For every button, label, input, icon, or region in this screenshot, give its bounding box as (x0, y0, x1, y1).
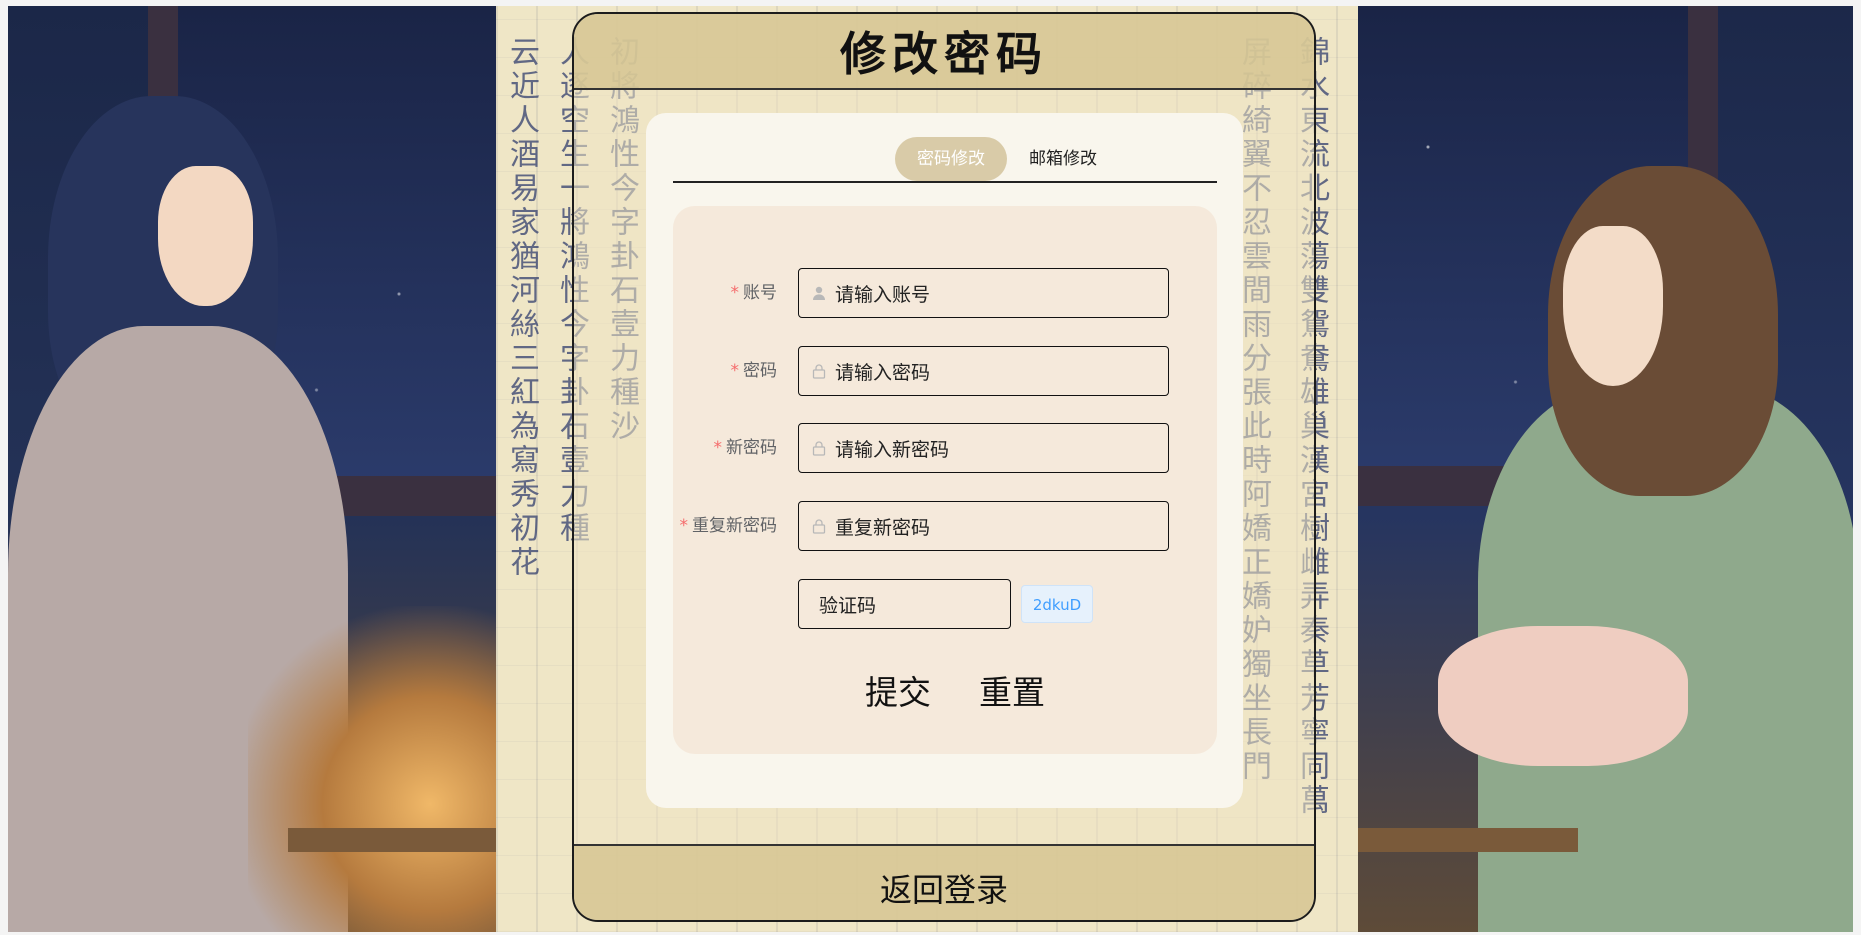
form-row-new-password: * 新密码 请输入新密码 (673, 423, 1217, 473)
card-header: 修改密码 (574, 14, 1314, 90)
password-placeholder: 请输入密码 (835, 361, 931, 384)
reset-button[interactable]: 重置 (973, 665, 1051, 715)
form-actions: 提交 重置 (673, 665, 1217, 715)
tab-password-change[interactable]: 密码修改 (895, 137, 1007, 181)
desk (1358, 828, 1578, 852)
page-title: 修改密码 (840, 27, 1048, 81)
new-password-label: * 新密码 (713, 438, 778, 458)
password-label: * 密码 (730, 361, 778, 381)
tab-email-change[interactable]: 邮箱修改 (1007, 137, 1119, 181)
required-mark: * (713, 438, 723, 458)
captcha-placeholder: 验证码 (819, 594, 877, 617)
figure-face (158, 166, 253, 306)
figure-sleeve (1438, 626, 1688, 766)
form-area: * 账号 请输入账号 * 密码 请输入密码 * 新密码 请输入新密码 * 重复新… (673, 206, 1217, 754)
new-password-input[interactable]: 请输入新密码 (798, 423, 1169, 473)
repeat-password-label: * 重复新密码 (679, 516, 778, 536)
repeat-password-input[interactable]: 重复新密码 (798, 501, 1169, 551)
required-mark: * (730, 361, 740, 381)
illustration-right (1358, 6, 1853, 932)
form-row-password: * 密码 请输入密码 (673, 346, 1217, 396)
required-mark: * (730, 283, 740, 303)
submit-button[interactable]: 提交 (859, 665, 937, 715)
repeat-password-placeholder: 重复新密码 (835, 516, 931, 539)
account-placeholder: 请输入账号 (835, 283, 931, 306)
lock-icon (812, 519, 826, 534)
required-mark: * (679, 516, 689, 536)
user-icon (813, 286, 825, 300)
form-row-repeat-password: * 重复新密码 重复新密码 (673, 501, 1217, 551)
new-password-placeholder: 请输入新密码 (835, 438, 950, 461)
account-input[interactable]: 请输入账号 (798, 268, 1169, 318)
illustration-left (8, 6, 496, 932)
form-row-captcha: 验证码 2dkuD (673, 579, 1217, 629)
lock-icon (812, 364, 826, 379)
lock-icon (812, 441, 826, 456)
calligraphy-column: 云近人酒易家猶河絲三紅為寫秀初花 (506, 36, 539, 580)
candle-glow (248, 606, 496, 932)
form-row-account: * 账号 请输入账号 (673, 268, 1217, 318)
figure-face (1563, 226, 1663, 386)
card-footer: 返回登录 (574, 844, 1314, 920)
password-input[interactable]: 请输入密码 (798, 346, 1169, 396)
account-label: * 账号 (730, 283, 778, 303)
tab-bar: 密码修改 邮箱修改 (673, 137, 1217, 183)
desk (288, 828, 496, 852)
back-to-login-link[interactable]: 返回登录 (880, 865, 1008, 911)
captcha-input[interactable]: 验证码 (798, 579, 1011, 629)
page-background: 云近人酒易家猶河絲三紅為寫秀初花 人逐空生一將鴻性今字卦石壹力種 初將鴻性今字卦… (8, 6, 1853, 932)
form-panel: 密码修改 邮箱修改 * 账号 请输入账号 * 密码 请输入密码 * 新密码 请输… (646, 113, 1243, 808)
captcha-code-button[interactable]: 2dkuD (1021, 585, 1093, 623)
